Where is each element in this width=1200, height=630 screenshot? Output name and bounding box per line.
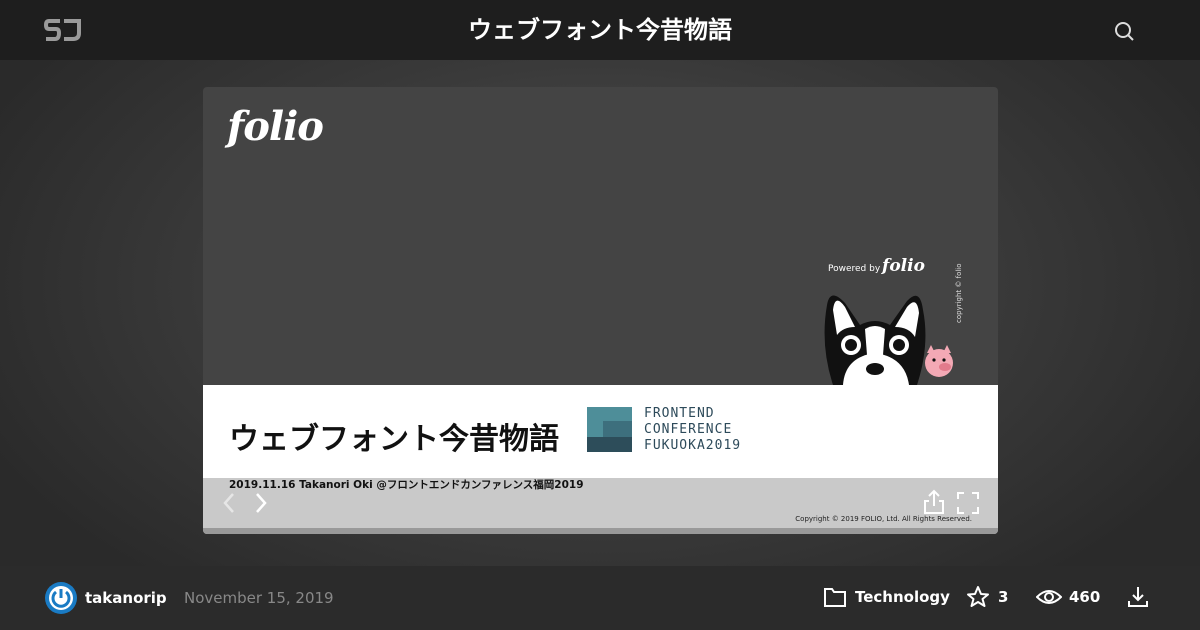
conference-line: FRONTEND — [644, 406, 715, 421]
conference-name: FRONTEND CONFERENCE FUKUOKA2019 — [644, 406, 741, 454]
folio-logo: folio — [227, 103, 324, 150]
category-link[interactable]: Technology — [855, 588, 950, 606]
chevron-left-icon[interactable] — [221, 491, 237, 515]
conference-logo-icon — [587, 407, 632, 452]
powered-by-label: Powered by — [828, 264, 881, 274]
power-avatar-icon[interactable] — [45, 582, 77, 614]
share-icon[interactable] — [923, 489, 945, 515]
page-title: ウェブフォント今昔物語 — [468, 16, 732, 44]
vertical-copyright: copyright © folio — [955, 263, 963, 323]
bottom-bar — [0, 566, 1200, 630]
eye-icon — [1036, 590, 1062, 604]
conference-line: FUKUOKA2019 — [644, 438, 742, 453]
slide-title: ウェブフォント今昔物語 — [229, 422, 559, 457]
folder-icon — [824, 588, 846, 607]
view-count: 460 — [1069, 588, 1101, 606]
conference-line: CONFERENCE — [644, 422, 733, 437]
fullscreen-icon[interactable] — [957, 492, 979, 514]
publish-date: November 15, 2019 — [184, 589, 334, 607]
slide-viewer[interactable]: folio Powered by folio copyright © folio… — [203, 87, 998, 534]
chevron-right-icon[interactable] — [253, 491, 269, 515]
star-count: 3 — [998, 588, 1009, 606]
powered-by-logo: folio — [882, 256, 925, 276]
download-icon[interactable] — [1126, 585, 1150, 609]
slide-progress-bar[interactable] — [203, 528, 998, 534]
slide-copyright: Copyright © 2019 FOLIO, Ltd. All Rights … — [795, 515, 972, 523]
dog-mascot-icon — [824, 295, 953, 385]
star-icon[interactable] — [966, 585, 990, 609]
search-icon[interactable] — [1112, 19, 1136, 43]
slide-subtitle: 2019.11.16 Takanori Oki @フロントエンドカンファレンス福… — [229, 479, 584, 491]
author-link[interactable]: takanorip — [85, 589, 167, 607]
